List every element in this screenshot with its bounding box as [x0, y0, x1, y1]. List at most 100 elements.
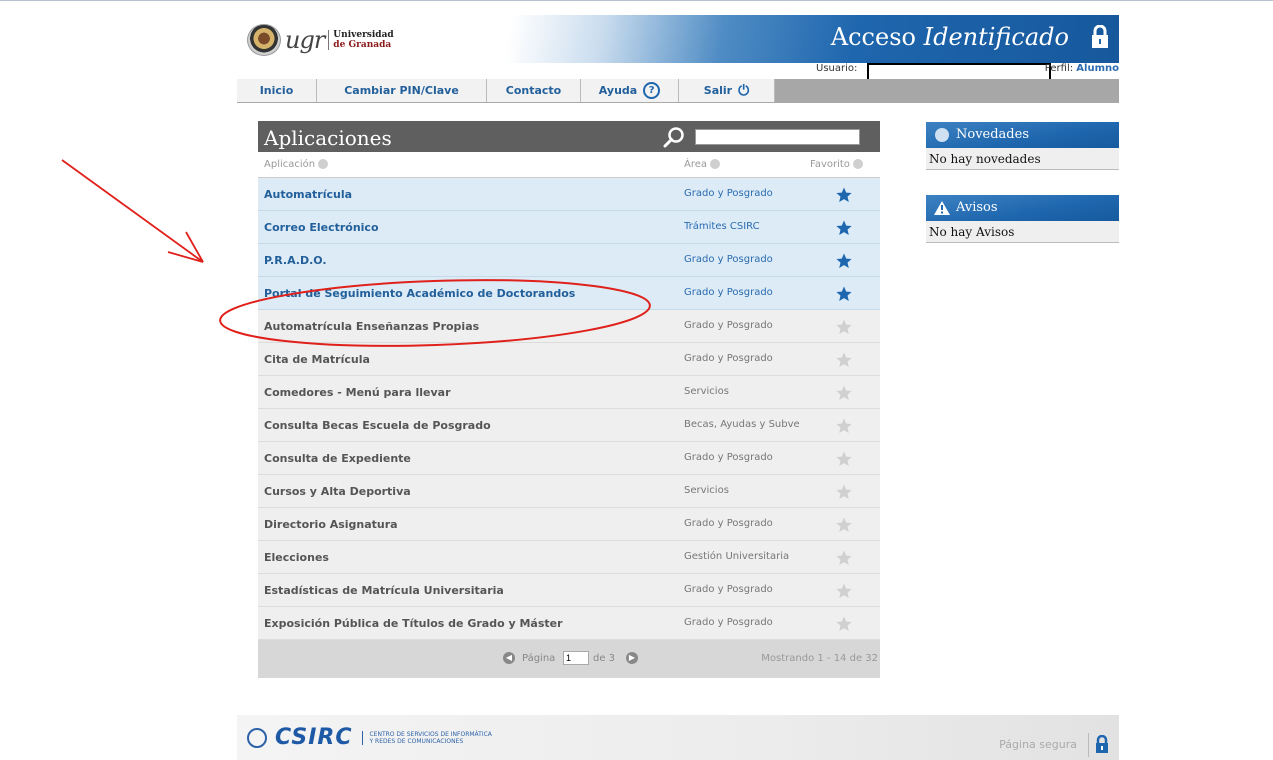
- app-name[interactable]: Cita de Matrícula: [264, 353, 370, 366]
- favorite-star-icon[interactable]: [836, 352, 852, 368]
- prev-page-icon[interactable]: ◀: [503, 652, 515, 664]
- app-area: Grado y Posgrado: [684, 452, 773, 463]
- page-total: de 3: [593, 653, 616, 664]
- app-name[interactable]: Consulta de Expediente: [264, 452, 411, 465]
- applications-header: Aplicaciones: [258, 121, 880, 152]
- favorite-star-icon[interactable]: [836, 616, 852, 632]
- app-area: Servicios: [684, 485, 729, 496]
- banner-title: Acceso Identificado: [831, 23, 1069, 51]
- app-area: Grado y Posgrado: [684, 287, 773, 298]
- search-input[interactable]: [695, 129, 860, 145]
- csirc-description-line2: Y REDES DE COMUNICACIONES: [369, 737, 464, 745]
- nav-cambiar-pin[interactable]: Cambiar PIN/Clave: [317, 79, 487, 102]
- favorite-star-icon[interactable]: [836, 451, 852, 467]
- app-name[interactable]: Directorio Asignatura: [264, 518, 398, 531]
- app-area: Trámites CSIRC: [684, 221, 760, 232]
- nav-salir[interactable]: Salir ⏻: [679, 79, 775, 102]
- access-banner: Acceso Identificado: [459, 15, 1119, 63]
- app-name[interactable]: Correo Electrónico: [264, 221, 379, 234]
- app-row[interactable]: Exposición Pública de Títulos de Grado y…: [258, 607, 880, 640]
- annotation-arrow: [61, 159, 204, 263]
- nav-ayuda[interactable]: Ayuda?: [581, 79, 679, 102]
- app-row[interactable]: Consulta de Expediente Grado y Posgrado: [258, 442, 880, 475]
- app-name[interactable]: Exposición Pública de Títulos de Grado y…: [264, 617, 563, 630]
- app-area: Gestión Universitaria: [684, 551, 790, 562]
- news-icon: [935, 128, 949, 142]
- app-area: Servicios: [684, 386, 729, 397]
- column-favorite[interactable]: Favorito: [810, 159, 863, 170]
- app-area: Becas, Ayudas y Subve: [684, 419, 800, 430]
- favorite-star-icon[interactable]: [836, 220, 852, 236]
- banner-title-italic: Identificado: [923, 23, 1069, 51]
- column-application[interactable]: Aplicación: [264, 159, 329, 170]
- site-footer: CSIRC CENTRO DE SERVICIOS DE INFORMÁTICA…: [237, 715, 1119, 760]
- app-name[interactable]: Automatrícula: [264, 188, 352, 201]
- applications-list: Automatrícula Grado y Posgrado Correo Elec…: [258, 178, 880, 640]
- power-icon: ⏻: [738, 82, 750, 99]
- app-name[interactable]: Cursos y Alta Deportiva: [264, 485, 411, 498]
- app-area: Grado y Posgrado: [684, 584, 773, 595]
- app-name[interactable]: Automatrícula Enseñanzas Propias: [264, 320, 479, 333]
- app-area: Grado y Posgrado: [684, 188, 773, 199]
- favorite-star-icon[interactable]: [836, 583, 852, 599]
- footer-divider: [1088, 733, 1089, 757]
- column-favorite-label: Favorito: [810, 159, 850, 170]
- nav-filler: [775, 79, 1119, 102]
- top-border: [0, 0, 1273, 1]
- app-row[interactable]: Correo Electrónico Trámites CSIRC: [258, 211, 880, 244]
- app-name[interactable]: Elecciones: [264, 551, 329, 564]
- favorite-star-icon[interactable]: [836, 517, 852, 533]
- favorite-star-icon[interactable]: [836, 484, 852, 500]
- app-row[interactable]: Consulta Becas Escuela de Posgrado Becas,…: [258, 409, 880, 442]
- app-row[interactable]: Estadísticas de Matrícula Universitaria G…: [258, 574, 880, 607]
- university-name-line1: Universidad: [333, 30, 394, 40]
- app-name[interactable]: Estadísticas de Matrícula Universitaria: [264, 584, 504, 597]
- app-row[interactable]: Portal de Seguimiento Académico de Docto…: [258, 277, 880, 310]
- app-row[interactable]: Cursos y Alta Deportiva Servicios: [258, 475, 880, 508]
- app-area: Grado y Posgrado: [684, 254, 773, 265]
- next-page-icon[interactable]: ▶: [626, 652, 638, 664]
- sort-icon: [710, 159, 721, 169]
- csirc-logo[interactable]: CSIRC CENTRO DE SERVICIOS DE INFORMÁTICA…: [247, 725, 492, 750]
- nav-ayuda-label: Ayuda: [598, 84, 638, 97]
- app-area: Grado y Posgrado: [684, 518, 773, 529]
- help-icon: ?: [643, 82, 661, 99]
- csirc-emblem-icon: [247, 727, 267, 748]
- page-input[interactable]: [563, 651, 589, 665]
- app-name[interactable]: Comedores - Menú para llevar: [264, 386, 451, 399]
- favorite-star-icon[interactable]: [836, 550, 852, 566]
- favorite-star-icon[interactable]: [836, 418, 852, 434]
- favorite-star-icon[interactable]: [836, 253, 852, 269]
- app-name[interactable]: P.R.A.D.O.: [264, 254, 327, 267]
- app-row[interactable]: Elecciones Gestión Universitaria: [258, 541, 880, 574]
- favorite-star-icon[interactable]: [836, 319, 852, 335]
- app-name[interactable]: Consulta Becas Escuela de Posgrado: [264, 419, 491, 432]
- profile-value[interactable]: Alumno: [1076, 63, 1119, 74]
- csirc-description: CENTRO DE SERVICIOS DE INFORMÁTICA Y RED…: [362, 730, 492, 745]
- csirc-description-line1: CENTRO DE SERVICIOS DE INFORMÁTICA: [369, 730, 492, 738]
- favorite-star-icon[interactable]: [836, 385, 852, 401]
- app-row[interactable]: Automatrícula Grado y Posgrado: [258, 178, 880, 211]
- app-row[interactable]: Cita de Matrícula Grado y Posgrado: [258, 343, 880, 376]
- app-row[interactable]: P.R.A.D.O. Grado y Posgrado: [258, 244, 880, 277]
- column-headers: Aplicación Área Favorito: [258, 152, 880, 178]
- profile-label: Perfil:: [1044, 63, 1074, 74]
- alerts-body: No hay Avisos: [926, 221, 1119, 243]
- logo-word: ugr: [285, 26, 325, 54]
- csirc-wordmark: CSIRC: [275, 725, 353, 750]
- search-icon[interactable]: [663, 126, 685, 148]
- nav-salir-label: Salir: [703, 84, 733, 97]
- nav-contacto[interactable]: Contacto: [487, 79, 581, 102]
- app-row[interactable]: Automatrícula Enseñanzas Propias Grado y …: [258, 310, 880, 343]
- app-row[interactable]: Comedores - Menú para llevar Servicios: [258, 376, 880, 409]
- column-area[interactable]: Área: [684, 159, 721, 170]
- news-header: Novedades: [926, 122, 1119, 148]
- favorite-star-icon[interactable]: [836, 286, 852, 302]
- results-count: Mostrando 1 - 14 de 32: [761, 653, 878, 664]
- favorite-star-icon[interactable]: [836, 187, 852, 203]
- ugr-logo[interactable]: ugr Universidad de Granada: [247, 24, 394, 56]
- app-row[interactable]: Directorio Asignatura Grado y Posgrado: [258, 508, 880, 541]
- app-name[interactable]: Portal de Seguimiento Académico de Docto…: [264, 287, 575, 300]
- news-widget: Novedades No hay novedades: [926, 122, 1119, 170]
- nav-inicio[interactable]: Inicio: [237, 79, 317, 102]
